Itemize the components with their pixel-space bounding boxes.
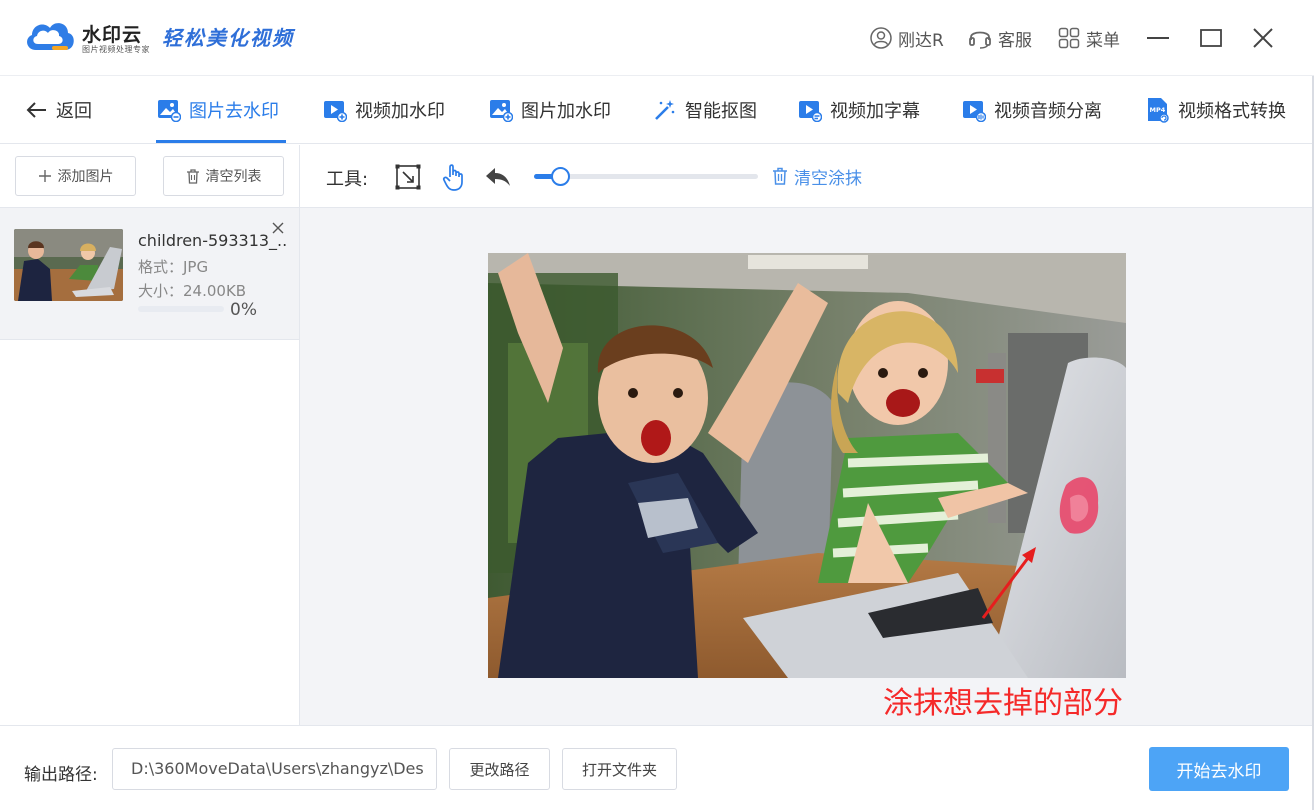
image-add-icon xyxy=(490,100,513,122)
arrow-left-icon xyxy=(26,102,46,118)
tab-video-add-subtitle[interactable]: 视频加字幕 xyxy=(798,96,920,124)
headset-icon xyxy=(969,31,991,49)
tab-image-remove-watermark[interactable]: 图片去水印 xyxy=(157,96,279,124)
menu-button[interactable]: 菜单 xyxy=(1058,24,1120,52)
minimize-icon xyxy=(1147,37,1169,39)
start-remove-watermark-button[interactable]: 开始去水印 xyxy=(1149,747,1289,791)
maximize-button[interactable] xyxy=(1197,24,1225,52)
magic-wand-icon xyxy=(655,100,675,120)
file-thumbnail xyxy=(14,229,123,301)
tool-label: 工具: xyxy=(326,169,369,190)
tab-label: 视频加水印 xyxy=(355,101,445,122)
file-size: 大小：24.00KB xyxy=(138,282,247,300)
user-icon xyxy=(870,27,892,49)
trash-icon xyxy=(186,168,199,184)
user-name: 刚达R xyxy=(898,30,944,51)
add-image-button[interactable]: 添加图片 xyxy=(15,156,136,196)
output-path-label: 输出路径: xyxy=(24,765,98,785)
video-add-icon xyxy=(324,101,347,122)
progress-text: 0% xyxy=(230,300,257,320)
undo-icon xyxy=(486,168,510,186)
cloud-logo-icon xyxy=(27,23,74,50)
service-label: 客服 xyxy=(998,30,1032,51)
maximize-icon xyxy=(1200,29,1222,47)
title-bar: 水印云 图片视频处理专家 轻松美化视频 刚达R 客服 菜单 xyxy=(0,0,1314,76)
tab-image-add-watermark[interactable]: 图片加水印 xyxy=(489,96,611,124)
change-path-button[interactable]: 更改路径 xyxy=(449,748,550,790)
edit-toolbar: 工具: 清空涂抹 xyxy=(300,145,1314,208)
tab-video-add-watermark[interactable]: 视频加水印 xyxy=(323,96,445,124)
plus-icon xyxy=(38,170,51,182)
clear-list-button[interactable]: 清空列表 xyxy=(163,156,284,196)
mp4-file-icon: MP4 xyxy=(1148,98,1169,123)
menu-label: 菜单 xyxy=(1086,30,1120,51)
video-audio-icon xyxy=(963,101,986,122)
hand-pointer-icon xyxy=(442,164,463,191)
undo-button[interactable] xyxy=(484,163,512,191)
video-subtitle-icon xyxy=(799,101,822,122)
brush-size-slider[interactable] xyxy=(534,167,758,186)
clear-smear-button[interactable]: 清空涂抹 xyxy=(772,164,862,189)
output-bar: 输出路径: D:\360MoveData\Users\zhangyz\Des 更… xyxy=(0,725,1314,810)
back-button[interactable]: 返回 xyxy=(26,96,92,124)
tab-label: 智能抠图 xyxy=(685,101,757,122)
tab-video-audio-separate[interactable]: 视频音频分离 xyxy=(962,96,1102,124)
grid-menu-icon xyxy=(1058,27,1080,49)
list-item[interactable]: children-593313_... 格式：JPG 大小：24.00KB 0% xyxy=(0,208,299,340)
clear-list-label: 清空列表 xyxy=(205,169,262,185)
active-tab-indicator xyxy=(156,140,286,143)
close-icon xyxy=(1253,28,1273,48)
select-box-tool[interactable] xyxy=(394,163,422,191)
hand-brush-tool[interactable] xyxy=(440,163,468,191)
clear-smear-label: 清空涂抹 xyxy=(794,168,862,189)
brand-subtitle: 图片视频处理专家 xyxy=(82,45,150,54)
file-format: 格式：JPG xyxy=(138,258,209,276)
feature-tab-bar: 返回 图片去水印 视频加水印 图片加水印 智能抠图 视频加字幕 视频音频分离 M… xyxy=(0,76,1314,144)
tab-smart-cutout[interactable]: 智能抠图 xyxy=(653,96,757,124)
trash-icon xyxy=(773,167,787,185)
back-label: 返回 xyxy=(56,101,92,122)
file-list-panel: 添加图片 清空列表 children-593313_... 格式：JPG 大小：… xyxy=(0,145,300,725)
brand-name: 水印云 xyxy=(82,24,143,46)
svg-text:MP4: MP4 xyxy=(1150,106,1166,114)
tab-video-format-convert[interactable]: MP4 视频格式转换 xyxy=(1146,96,1286,124)
slider-handle[interactable] xyxy=(551,167,571,186)
tab-label: 图片去水印 xyxy=(189,101,279,122)
file-progress-bar xyxy=(138,306,224,312)
output-path-field[interactable]: D:\360MoveData\Users\zhangyz\Des xyxy=(112,748,437,790)
image-canvas[interactable]: 涂抹想去掉的部分 xyxy=(300,208,1314,725)
editable-photo[interactable] xyxy=(488,253,1126,678)
customer-service-button[interactable]: 客服 xyxy=(968,24,1032,52)
user-account[interactable]: 刚达R xyxy=(870,24,944,52)
slogan: 轻松美化视频 xyxy=(162,26,294,50)
tab-label: 视频加字幕 xyxy=(830,101,920,122)
tab-label: 视频音频分离 xyxy=(994,101,1102,122)
annotation-text: 涂抹想去掉的部分 xyxy=(883,686,1123,721)
file-name: children-593313_... xyxy=(138,231,288,250)
minimize-button[interactable] xyxy=(1144,24,1172,52)
image-remove-icon xyxy=(158,100,181,122)
close-window-button[interactable] xyxy=(1249,24,1277,52)
tab-label: 视频格式转换 xyxy=(1178,101,1286,122)
add-image-label: 添加图片 xyxy=(57,169,114,185)
tab-label: 图片加水印 xyxy=(521,101,611,122)
open-folder-button[interactable]: 打开文件夹 xyxy=(562,748,677,790)
select-box-icon xyxy=(395,164,421,190)
